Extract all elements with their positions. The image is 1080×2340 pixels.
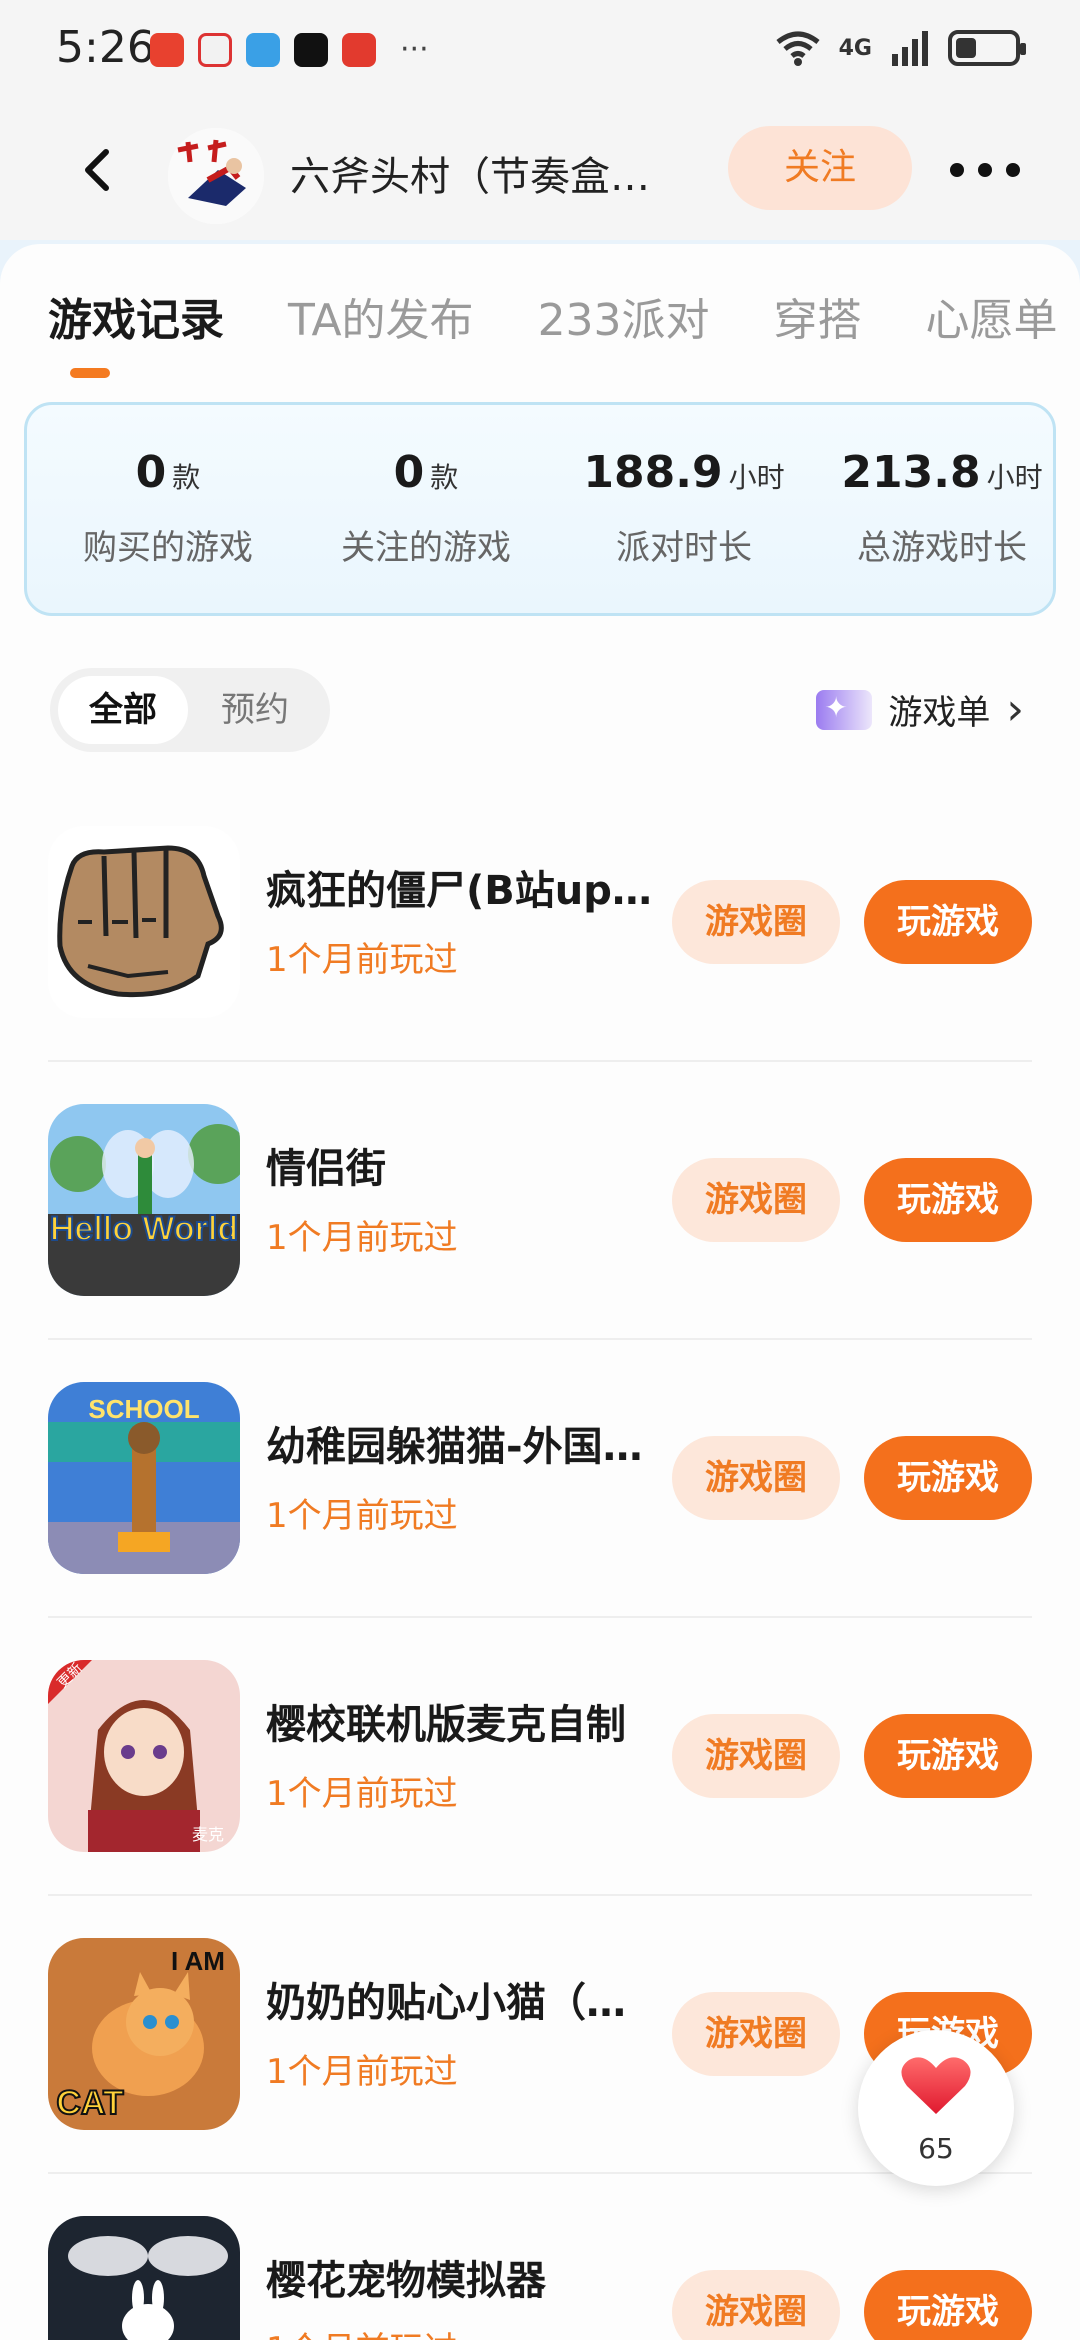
stat-unit: 款 — [172, 461, 201, 494]
hello-text: Hello World — [50, 1210, 238, 1248]
game-icon-hello-world: Hello World — [48, 1104, 240, 1296]
filter-segmented-control: 全部 预约 — [50, 668, 330, 752]
filter-reserved[interactable]: 预约 — [190, 676, 320, 744]
status-bar: 5:26 ··· 4G — [0, 0, 1080, 100]
stat-value: 0 — [393, 447, 425, 498]
stat-value: 0 — [135, 447, 167, 498]
game-icon-fist — [48, 826, 240, 1018]
game-title: 疯狂的僵尸(B站up… — [266, 868, 652, 914]
battery-level — [956, 38, 976, 58]
game-title: 樱校联机版麦克自制 — [266, 1702, 626, 1748]
stats-card: 0款 购买的游戏 0款 关注的游戏 188.9 小时 派对时长 213.8 小时 总… — [24, 402, 1056, 616]
game-title: 樱花宠物模拟器 — [266, 2258, 546, 2304]
signal-icon — [892, 31, 928, 66]
mike-label: 麦克 — [192, 1825, 224, 1844]
tab-wishlist[interactable]: 心愿单 — [926, 284, 1058, 348]
stat-label: 关注的游戏 — [341, 528, 511, 568]
more-options-icon[interactable] — [950, 140, 1020, 200]
follow-button[interactable]: 关注 — [728, 126, 912, 210]
app-notification-icon — [198, 32, 232, 67]
status-indicators: 4G — [775, 30, 1026, 66]
profile-name: 六斧头村（节奏盒… — [290, 154, 650, 200]
last-played: 1个月前玩过 — [266, 2322, 458, 2340]
list-item[interactable]: Hello World 情侣街 1个月前玩过 游戏圈 玩游戏 — [48, 1062, 1032, 1340]
last-played: 1个月前玩过 — [266, 1496, 458, 1536]
game-icon-cat: I AM CAT — [48, 1938, 240, 2130]
cat-text: CAT — [56, 2084, 124, 2122]
battery-icon — [948, 30, 1026, 66]
stat-label: 总游戏时长 — [857, 528, 1027, 568]
wifi-icon — [776, 31, 820, 66]
stat-label: 购买的游戏 — [83, 528, 253, 568]
avatar[interactable] — [168, 128, 264, 224]
list-item[interactable]: 更新 麦克 樱校联机版麦克自制 1个月前玩过 游戏圈 玩游戏 — [48, 1618, 1032, 1896]
stat-followed-games: 0款 关注的游戏 — [297, 447, 555, 569]
play-game-button[interactable]: 玩游戏 — [864, 1158, 1032, 1242]
app-notification-icon — [150, 32, 184, 67]
more-notifications-icon: ··· — [400, 32, 429, 67]
last-played: 1个月前玩过 — [266, 940, 458, 980]
game-circle-button[interactable]: 游戏圈 — [672, 2270, 840, 2340]
stat-unit: 款 — [430, 461, 459, 494]
last-played: 1个月前玩过 — [266, 1774, 458, 1814]
stat-unit: 小时 — [728, 461, 785, 494]
sparkle-icon — [816, 689, 873, 730]
stat-value: 188.9 — [583, 447, 723, 498]
network-type: 4G — [838, 35, 872, 61]
like-button[interactable]: 65 — [858, 2030, 1014, 2186]
status-app-icons: ··· — [150, 32, 429, 67]
play-game-button[interactable]: 玩游戏 — [864, 2270, 1032, 2340]
profile-tabs: 游戏记录 TA的发布 233派对 穿搭 心愿单 — [48, 284, 1080, 348]
filter-all[interactable]: 全部 — [58, 676, 188, 744]
game-circle-button[interactable]: 游戏圈 — [672, 880, 840, 964]
list-item[interactable]: SCHOOL 幼稚园躲猫猫-外国… 1个月前玩过 游戏圈 玩游戏 — [48, 1340, 1032, 1618]
heart-icon — [901, 2057, 971, 2114]
chevron-right-icon: › — [1006, 684, 1024, 735]
stat-unit: 小时 — [986, 461, 1043, 494]
avatar-image — [168, 128, 264, 224]
last-played: 1个月前玩过 — [266, 2052, 458, 2092]
game-circle-button[interactable]: 游戏圈 — [672, 1714, 840, 1798]
tiktok-icon — [294, 32, 328, 67]
stat-purchased-games: 0款 购买的游戏 — [39, 447, 297, 569]
game-list-link[interactable]: 游戏单 › — [816, 684, 1024, 735]
last-played: 1个月前玩过 — [266, 1218, 458, 1258]
app-notification-icon — [342, 32, 376, 67]
content-panel: 游戏记录 TA的发布 233派对 穿搭 心愿单 0款 购买的游戏 0款 关注的游… — [0, 244, 1080, 2340]
game-circle-button[interactable]: 游戏圈 — [672, 1158, 840, 1242]
stat-value: 213.8 — [841, 447, 981, 498]
like-count: 65 — [918, 2132, 954, 2165]
tab-posts[interactable]: TA的发布 — [288, 284, 474, 348]
stat-party-time: 188.9 小时 派对时长 — [555, 447, 813, 569]
game-list-label: 游戏单 — [888, 693, 991, 733]
game-title: 奶奶的贴心小猫（… — [266, 1980, 626, 2026]
play-game-button[interactable]: 玩游戏 — [864, 1436, 1032, 1520]
game-icon-sakura-pet — [48, 2216, 240, 2340]
tab-outfits[interactable]: 穿搭 — [774, 284, 862, 348]
tab-233-party[interactable]: 233派对 — [538, 284, 710, 348]
i-am-text: I AM — [171, 1946, 225, 1976]
stat-label: 派对时长 — [616, 528, 752, 568]
profile-header: 六斧头村（节奏盒… 关注 — [0, 100, 1080, 240]
back-arrow-icon[interactable] — [70, 140, 130, 200]
app-notification-icon — [246, 32, 280, 67]
active-tab-indicator — [70, 368, 110, 378]
game-icon-kindergarten: SCHOOL — [48, 1382, 240, 1574]
play-game-button[interactable]: 玩游戏 — [864, 880, 1032, 964]
play-game-button[interactable]: 玩游戏 — [864, 1714, 1032, 1798]
status-time: 5:26 — [56, 22, 155, 73]
tab-game-records[interactable]: 游戏记录 — [48, 284, 224, 348]
game-circle-button[interactable]: 游戏圈 — [672, 1436, 840, 1520]
game-title: 情侣街 — [266, 1146, 386, 1192]
game-title: 幼稚园躲猫猫-外国… — [266, 1424, 643, 1470]
game-circle-button[interactable]: 游戏圈 — [672, 1992, 840, 2076]
list-item[interactable]: 疯狂的僵尸(B站up… 1个月前玩过 游戏圈 玩游戏 — [48, 784, 1032, 1062]
list-item[interactable]: 樱花宠物模拟器 1个月前玩过 游戏圈 玩游戏 — [48, 2174, 1032, 2340]
school-text: SCHOOL — [88, 1394, 199, 1424]
game-icon-sakura-school: 更新 麦克 — [48, 1660, 240, 1852]
stat-total-game-time: 213.8 小时 总游戏时长 — [813, 447, 1071, 569]
